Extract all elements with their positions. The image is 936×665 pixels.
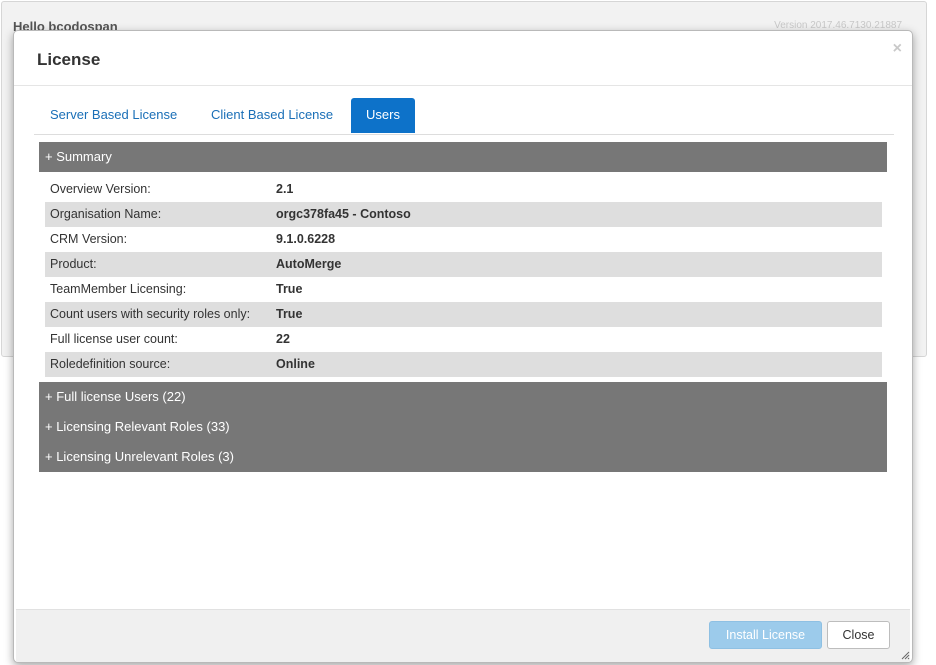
header-divider [14,85,912,86]
row-value: 9.1.0.6228 [276,232,336,246]
row-value: 22 [276,332,290,346]
table-row: Overview Version: 2.1 [45,177,882,202]
table-row: Count users with security roles only: Tr… [45,302,882,327]
row-value: 2.1 [276,182,294,196]
table-row: Roledefinition source: Online [45,352,882,377]
table-row: Product: AutoMerge [45,252,882,277]
dialog-footer: Install License Close [16,609,910,662]
tab-users[interactable]: Users [351,98,415,133]
table-row: TeamMember Licensing: True [45,277,882,302]
install-license-button[interactable]: Install License [709,621,822,649]
close-button[interactable]: Close [827,621,890,649]
row-value: Online [276,357,315,371]
row-key: Overview Version: [50,182,151,196]
resize-grip-icon[interactable] [901,651,910,660]
close-icon[interactable]: × [893,41,902,57]
tab-server-based-license[interactable]: Server Based License [35,98,192,132]
section-full-license-users[interactable]: + Full license Users (22) [39,382,887,412]
section-licensing-relevant-roles[interactable]: + Licensing Relevant Roles (33) [39,412,887,442]
summary-table: Overview Version: 2.1 Organisation Name:… [45,177,882,377]
tab-bar: Server Based License Client Based Licens… [34,98,894,135]
row-key: Full license user count: [50,332,178,346]
section-licensing-unrelevant-roles[interactable]: + Licensing Unrelevant Roles (3) [39,442,887,472]
row-key: Roledefinition source: [50,357,171,371]
dialog-title: License [37,50,101,69]
row-key: Product: [50,257,97,271]
row-key: CRM Version: [50,232,128,246]
row-value: True [276,307,303,321]
row-key: Count users with security roles only: [50,307,251,321]
row-key: Organisation Name: [50,207,162,221]
tab-client-based-license[interactable]: Client Based License [196,98,348,132]
collapsed-sections: + Full license Users (22) + Licensing Re… [39,382,887,472]
row-key: TeamMember Licensing: [50,282,187,296]
row-value: True [276,282,303,296]
table-row: Organisation Name: orgc378fa45 - Contoso [45,202,882,227]
table-row: Full license user count: 22 [45,327,882,352]
row-value: orgc378fa45 - Contoso [276,207,411,221]
license-dialog: × License Server Based License Client Ba… [13,30,913,663]
table-row: CRM Version: 9.1.0.6228 [45,227,882,252]
summary-section-header[interactable]: + Summary [39,142,887,172]
row-value: AutoMerge [276,257,342,271]
